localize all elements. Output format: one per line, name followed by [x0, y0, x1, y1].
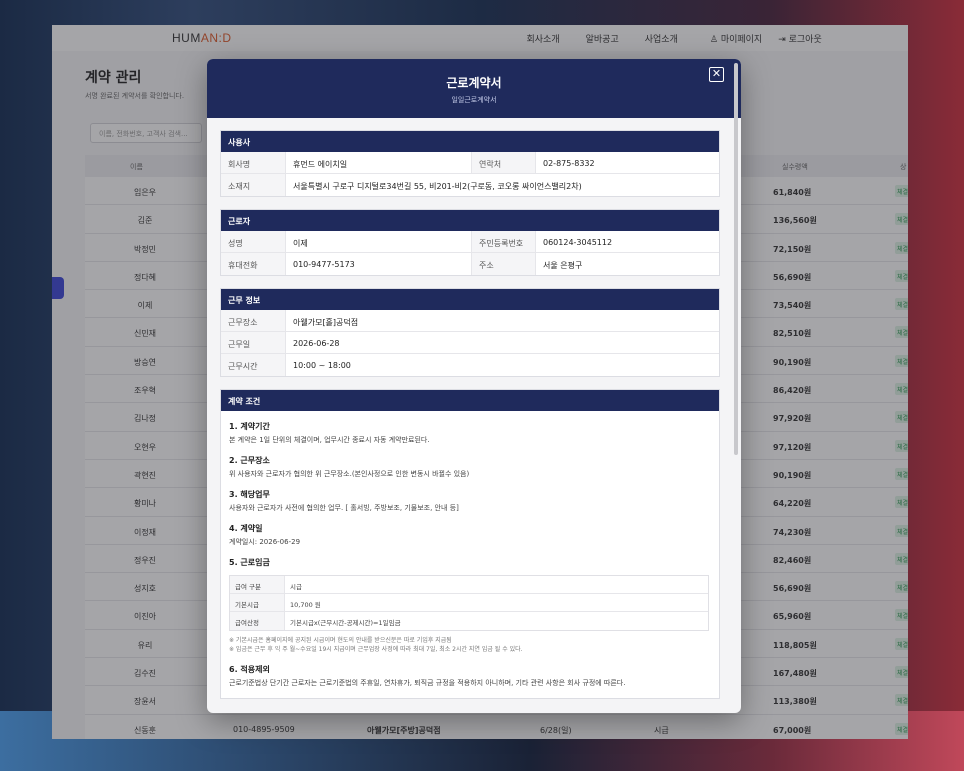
place-label: 근무장소 [221, 310, 286, 331]
contact-label: 연락처 [471, 152, 536, 173]
wage-note: ※ 임금은 근무 후 익 주 월~수요일 19시 지급이며 근무업장 사정에 따… [229, 646, 523, 653]
wage-type-label: 급여 구분 [230, 576, 285, 593]
terms-section: 계약 조건 1. 계약기간본 계약은 1일 단위의 체결이며, 업무시간 종료시… [220, 389, 720, 699]
time-value: 10:00 ~ 18:00 [293, 361, 351, 370]
modal-title: 근로계약서 [446, 76, 502, 90]
section-title: 계약 조건 [221, 390, 719, 411]
term-heading: 3. 해당업무 [229, 490, 270, 499]
time-label: 근무시간 [221, 354, 286, 376]
rrn-value: 060124-3045112 [543, 238, 613, 247]
scrollbar[interactable] [734, 63, 738, 455]
work-section: 근무 정보 근무장소 아웰가모[홀]공덕점 근무일 2026-06-28 근무시… [220, 288, 720, 377]
section-title: 사용사 [221, 131, 719, 152]
company-label: 회사명 [221, 152, 286, 173]
term-heading: 4. 계약일 [229, 524, 263, 533]
contact-value: 02-875-8332 [543, 159, 595, 168]
section-title: 근무 정보 [221, 289, 719, 310]
section-title: 근로자 [221, 210, 719, 231]
wage-table: 급여 구분 시급 기본시급 10,700 원 급여산정 기본시급x(근무시간-공제시간… [229, 575, 709, 631]
company-value: 휴먼드 에이치일 [293, 160, 348, 169]
name-label: 성명 [221, 231, 286, 252]
date-value: 2026-06-28 [293, 339, 340, 348]
term-text: 위 사용자와 근로자가 협의한 위 근무장소.(본인사정으로 인한 변동시 바뀔… [229, 470, 470, 478]
term-heading: 6. 적용제외 [229, 665, 270, 674]
term-heading: 1. 계약기간 [229, 422, 270, 431]
term-heading: 5. 근로임금 [229, 558, 270, 567]
date-label: 근무일 [221, 332, 286, 353]
modal-subtitle: 일일근로계약서 [451, 96, 497, 104]
worker-section: 근로자 성명 이제 주민등록번호 060124-3045112 휴대전화 010… [220, 209, 720, 276]
wage-note: ※ 기본시급은 홈페이지에 공지된 시급이며 현도의 안내를 받으신분은 따로 … [229, 637, 452, 644]
close-icon[interactable]: ✕ [709, 67, 724, 82]
modal-header: 근로계약서 일일근로계약서 ✕ [207, 59, 741, 118]
address-label: 소재지 [221, 174, 286, 196]
rrn-label: 주민등록번호 [471, 231, 536, 252]
address-value: 서울특별시 구로구 디지털로34번길 55, 비201-비2(구로동, 코오롱 … [293, 182, 582, 191]
term-text: 계약일시: 2026-06-29 [229, 538, 301, 546]
term-text: 본 계약은 1일 단위의 체결이며, 업무시간 종료시 자동 계약만료된다. [229, 436, 430, 444]
base-wage-label: 기본시급 [230, 594, 285, 611]
term-text: 사용자와 근로자가 사전에 협의한 업무. [ 홀서빙, 주방보조, 기물보조,… [229, 504, 459, 512]
modal-body: 사용사 회사명 휴먼드 에이치일 연락처 02-875-8332 소재지 서울특… [207, 118, 741, 699]
phone-value: 010-9477-5173 [293, 260, 355, 269]
name-value: 이제 [293, 239, 308, 248]
wage-type-value: 시급 [290, 583, 302, 591]
phone-label: 휴대전화 [221, 253, 286, 275]
addr-value: 서울 은평구 [543, 261, 583, 270]
contract-modal: 근로계약서 일일근로계약서 ✕ 사용사 회사명 휴먼드 에이치일 연락처 02-… [207, 59, 741, 713]
wage-calc-value: 기본시급x(근무시간-공제시간)=1일임금 [290, 619, 401, 627]
employer-section: 사용사 회사명 휴먼드 에이치일 연락처 02-875-8332 소재지 서울특… [220, 130, 720, 197]
term-text: 근로기준법상 단기간 근로자는 근로기준법의 주휴일, 연차휴가, 퇴직금 규정… [229, 679, 626, 687]
place-value: 아웰가모[홀]공덕점 [293, 318, 359, 327]
wage-calc-label: 급여산정 [230, 612, 285, 630]
addr-label: 주소 [471, 253, 536, 275]
base-wage-value: 10,700 원 [290, 601, 321, 609]
term-heading: 2. 근무장소 [229, 456, 270, 465]
